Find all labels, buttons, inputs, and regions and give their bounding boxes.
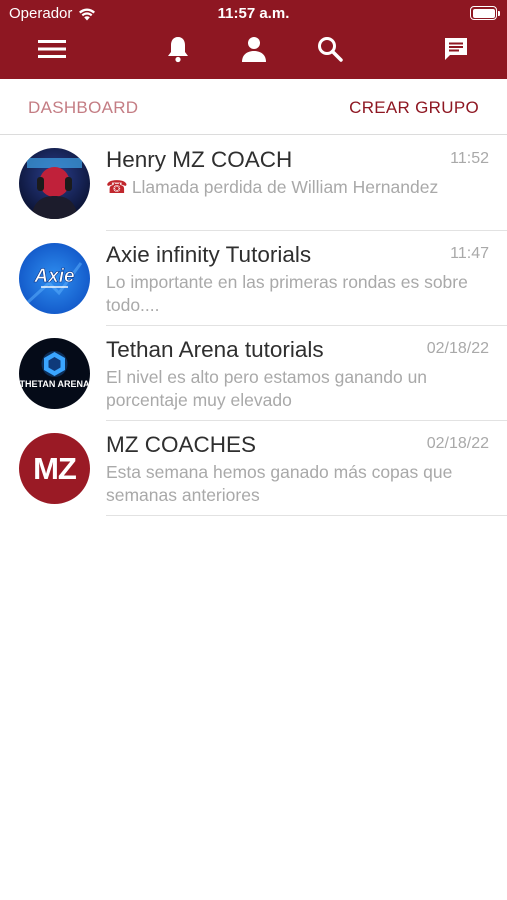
chat-time: 11:52 bbox=[450, 150, 489, 167]
status-bar: Operador 11:57 a.m. bbox=[0, 0, 507, 28]
chat-preview: Esta semana hemos ganado más copas que s… bbox=[106, 462, 453, 505]
tab-create-group[interactable]: CREAR GRUPO bbox=[349, 98, 479, 118]
chat-content: MZ COACHES 02/18/22 Esta semana hemos ga… bbox=[106, 421, 507, 516]
chat-icon[interactable] bbox=[440, 34, 472, 64]
chat-item-tethan[interactable]: THETAN ARENA Tethan Arena tutorials 02/1… bbox=[0, 326, 507, 421]
bell-icon[interactable] bbox=[162, 34, 194, 64]
chat-time: 02/18/22 bbox=[426, 435, 489, 452]
tab-dashboard[interactable]: DASHBOARD bbox=[28, 98, 138, 118]
chat-time: 02/18/22 bbox=[426, 340, 489, 357]
avatar bbox=[19, 148, 90, 219]
chat-title: MZ COACHES bbox=[106, 432, 257, 457]
avatar: Axie bbox=[19, 243, 90, 314]
chat-content: Axie infinity Tutorials 11:47 Lo importa… bbox=[106, 231, 507, 326]
menu-icon[interactable] bbox=[36, 34, 68, 64]
chat-item-axie[interactable]: Axie Axie infinity Tutorials 11:47 Lo im… bbox=[0, 231, 507, 326]
battery-icon bbox=[470, 6, 500, 20]
chat-title: Tethan Arena tutorials bbox=[106, 337, 324, 362]
search-icon[interactable] bbox=[314, 34, 346, 64]
chat-list: Henry MZ COACH 11:52 ☎ Llamada perdida de… bbox=[0, 136, 507, 516]
chat-preview: ☎ Llamada perdida de William Hernandez bbox=[106, 176, 489, 199]
chat-item-henry[interactable]: Henry MZ COACH 11:52 ☎ Llamada perdida de… bbox=[0, 136, 507, 231]
avatar: THETAN ARENA bbox=[19, 338, 90, 409]
chat-time: 11:47 bbox=[450, 245, 489, 262]
axie-avatar-text: Axie bbox=[33, 266, 75, 287]
person-icon[interactable] bbox=[238, 34, 270, 64]
tethan-avatar-text: THETAN ARENA bbox=[20, 379, 90, 389]
chat-title: Henry MZ COACH bbox=[106, 147, 293, 172]
chat-content: Henry MZ COACH 11:52 ☎ Llamada perdida de… bbox=[106, 136, 507, 231]
chat-preview: Lo importante en las primeras rondas es … bbox=[106, 272, 468, 315]
chat-content: Tethan Arena tutorials 02/18/22 El nivel… bbox=[106, 326, 507, 421]
chat-preview: El nivel es alto pero estamos ganando un… bbox=[106, 367, 428, 410]
status-time: 11:57 a.m. bbox=[217, 5, 290, 22]
phone-icon: ☎ bbox=[106, 177, 128, 197]
mz-avatar-text: MZ bbox=[33, 451, 77, 486]
chat-title: Axie infinity Tutorials bbox=[106, 242, 312, 267]
app-header: Operador 11:57 a.m. bbox=[0, 0, 507, 79]
chat-preview-text: Llamada perdida de William Hernandez bbox=[131, 177, 439, 197]
avatar: MZ bbox=[19, 433, 90, 504]
chat-item-mz-coaches[interactable]: MZ MZ COACHES 02/18/22 Esta semana hemos… bbox=[0, 421, 507, 516]
tab-bar: DASHBOARD CREAR GRUPO bbox=[0, 79, 507, 135]
